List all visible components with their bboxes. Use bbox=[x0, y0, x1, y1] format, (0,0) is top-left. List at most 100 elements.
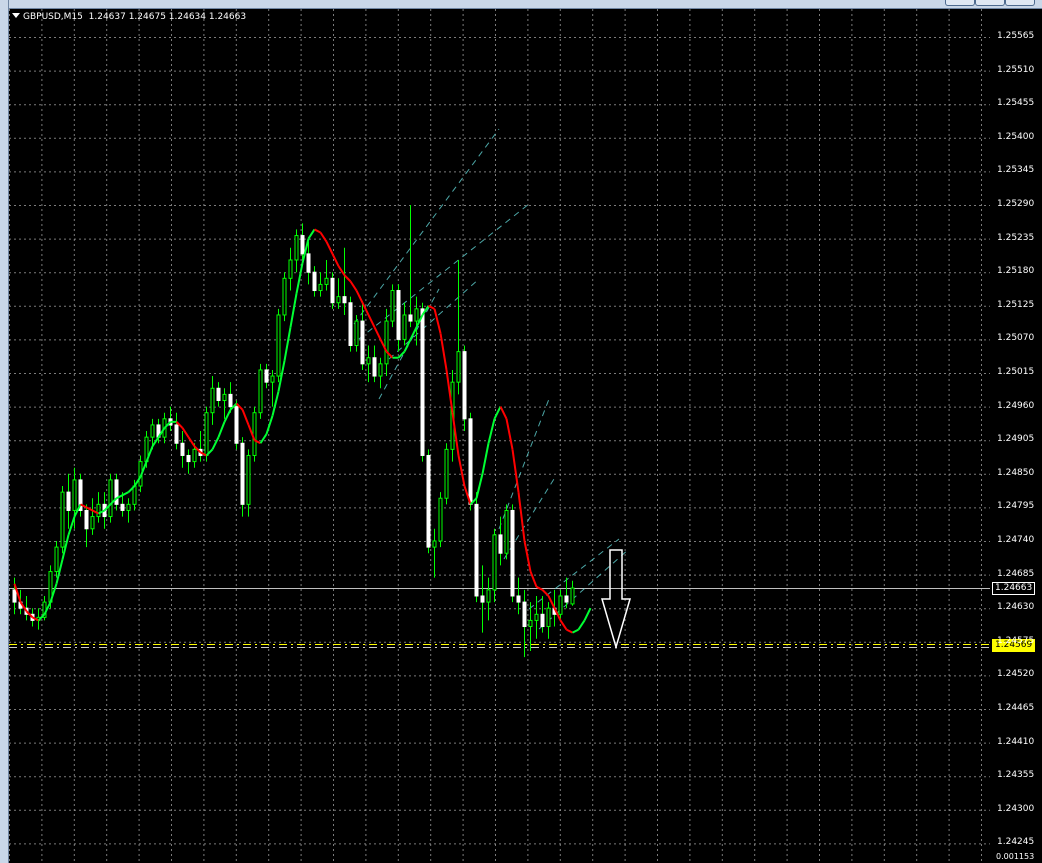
candle-body bbox=[282, 277, 287, 316]
candle-body bbox=[570, 587, 575, 605]
price-tick-label: 1.24740 bbox=[997, 535, 1035, 545]
moving-average-segment bbox=[433, 308, 442, 334]
candle-body bbox=[342, 296, 347, 304]
close-button[interactable] bbox=[1005, 0, 1035, 6]
moving-average-segment bbox=[314, 228, 321, 234]
moving-average-segment bbox=[559, 619, 568, 631]
price-tick-label: 1.24685 bbox=[997, 568, 1035, 579]
candle-body bbox=[150, 424, 155, 438]
candle-body bbox=[444, 448, 449, 499]
candle-body bbox=[528, 619, 533, 628]
candle-body bbox=[180, 442, 185, 456]
candle-body bbox=[252, 412, 257, 456]
moving-average-segment bbox=[493, 406, 502, 420]
candle-body bbox=[108, 479, 113, 518]
price-tick-label: 1.25015 bbox=[997, 367, 1035, 377]
candle-body bbox=[240, 442, 245, 505]
price-tick-label: 1.25180 bbox=[997, 266, 1035, 277]
price-tick-label: 1.25565 bbox=[997, 31, 1035, 41]
price-tick-label: 1.25510 bbox=[997, 64, 1035, 75]
candle-body bbox=[66, 491, 71, 511]
candle-body bbox=[204, 412, 209, 456]
candle-body bbox=[468, 418, 473, 505]
candle-body bbox=[510, 509, 515, 597]
moving-average-segment bbox=[367, 314, 376, 328]
candle-body bbox=[480, 595, 485, 603]
moving-average-segment bbox=[217, 421, 226, 438]
price-tick-label: 1.24575 bbox=[997, 635, 1035, 646]
candle-body bbox=[504, 509, 509, 554]
moving-average-segment bbox=[259, 433, 268, 444]
candle-body bbox=[312, 271, 317, 292]
price-chart[interactable] bbox=[9, 9, 990, 861]
window-left-frame bbox=[0, 0, 9, 863]
moving-average-segment bbox=[67, 516, 76, 536]
candle-body bbox=[522, 601, 527, 628]
candle-body bbox=[306, 253, 311, 273]
candle-body bbox=[192, 448, 197, 463]
candle-body bbox=[324, 277, 329, 285]
candle-body bbox=[54, 546, 59, 573]
candle-body bbox=[84, 509, 89, 530]
candle-body bbox=[384, 320, 389, 365]
moving-average-segment bbox=[211, 436, 220, 450]
candle-body bbox=[288, 259, 293, 279]
moving-average-segment bbox=[403, 338, 412, 353]
price-tick-label: 1.25345 bbox=[997, 165, 1035, 176]
candle-body bbox=[456, 351, 461, 383]
price-tick-label: 1.24410 bbox=[997, 736, 1035, 747]
candle-body bbox=[336, 296, 341, 304]
candle-body bbox=[540, 613, 545, 628]
candle-body bbox=[246, 454, 251, 505]
candle-body bbox=[534, 613, 539, 621]
candle-body bbox=[372, 357, 377, 377]
candle-body bbox=[210, 387, 215, 414]
candle-body bbox=[396, 290, 401, 340]
moving-average-segment bbox=[187, 436, 196, 447]
moving-average-segment bbox=[481, 443, 490, 474]
price-tick-label: 1.24960 bbox=[997, 400, 1035, 411]
candle-body bbox=[276, 314, 281, 377]
candle-body bbox=[348, 302, 353, 347]
candle-body bbox=[234, 406, 239, 444]
moving-average-segment bbox=[265, 415, 274, 435]
candle-body bbox=[402, 314, 407, 340]
moving-average-segment bbox=[505, 418, 514, 450]
price-tick-label: 1.24795 bbox=[997, 501, 1035, 512]
moving-average-segment bbox=[547, 595, 556, 609]
moving-average-segment bbox=[475, 473, 484, 499]
price-tick-label: 1.25400 bbox=[997, 131, 1035, 142]
candle-body bbox=[258, 369, 263, 414]
price-tick-label: 1.25455 bbox=[997, 98, 1035, 109]
channel-line bbox=[353, 128, 500, 325]
price-tick-label: 1.24905 bbox=[997, 434, 1035, 445]
moving-average-segment bbox=[409, 326, 418, 340]
symbol-name: GBPUSD,M15 bbox=[23, 12, 83, 22]
moving-average-segment bbox=[337, 265, 346, 276]
candle-body bbox=[426, 454, 431, 548]
moving-average-segment bbox=[307, 228, 316, 240]
candle-body bbox=[546, 607, 551, 628]
candle-body bbox=[132, 485, 137, 505]
dropdown-triangle-icon[interactable] bbox=[12, 13, 20, 18]
candle-body bbox=[492, 534, 497, 591]
moving-average-segment bbox=[577, 619, 586, 631]
candle-body bbox=[222, 393, 227, 401]
candle-body bbox=[60, 491, 65, 548]
price-axis[interactable]: 1.24663 1.24569 0.001153 1.25565 1.25510 1… bbox=[990, 9, 1042, 861]
arrow-down-icon[interactable] bbox=[601, 549, 631, 649]
moving-average-segment bbox=[583, 607, 592, 621]
moving-average-segment bbox=[487, 418, 496, 444]
moving-average-segment bbox=[349, 280, 358, 292]
axis-bottom-label: 0.001153 bbox=[996, 852, 1035, 861]
moving-average-segment bbox=[241, 409, 250, 426]
candle-body bbox=[414, 308, 419, 322]
candle-body bbox=[558, 595, 563, 615]
ohlc-values: 1.24637 1.24675 1.24634 1.24663 bbox=[88, 12, 247, 22]
moving-average-segment bbox=[181, 427, 190, 438]
maximize-button[interactable] bbox=[975, 0, 1005, 6]
price-tick-label: 1.25235 bbox=[997, 232, 1035, 243]
minimize-button[interactable] bbox=[945, 0, 975, 6]
price-tick-label: 1.25125 bbox=[997, 299, 1035, 310]
candle-body bbox=[300, 235, 305, 255]
